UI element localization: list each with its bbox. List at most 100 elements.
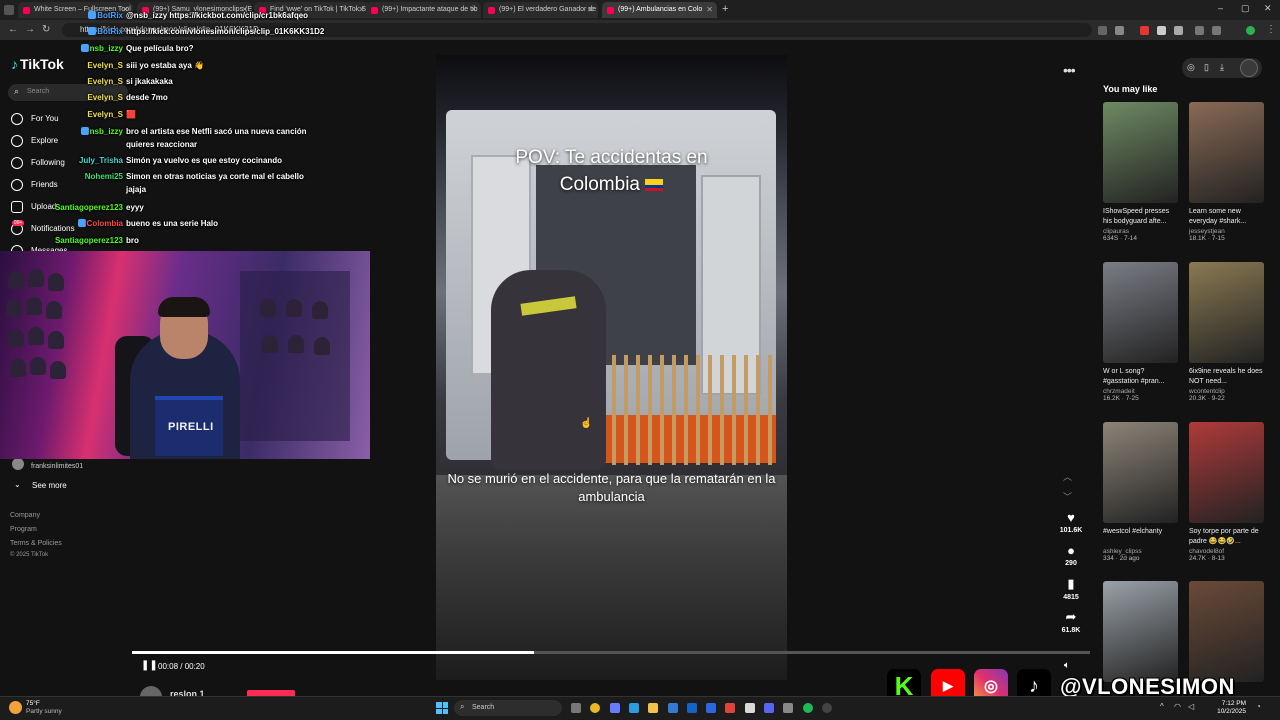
app-icon[interactable] [725, 703, 736, 713]
tab-favicon-icon [607, 7, 614, 14]
recommended-video-card[interactable] [1103, 581, 1178, 682]
close-tab-icon[interactable]: ✕ [470, 5, 477, 14]
outlook-icon[interactable] [686, 703, 697, 713]
recommended-video-card[interactable]: #westcol #elchanty ashley_clipss 334 · 2d … [1103, 422, 1178, 562]
extension-icon[interactable] [1157, 26, 1166, 35]
followed-account[interactable]: franksinlimites01 [31, 463, 83, 470]
windows-start-icon[interactable] [436, 702, 448, 714]
video-thumbnail[interactable] [1103, 102, 1178, 203]
close-tab-icon[interactable]: ✕ [706, 5, 713, 14]
avatar[interactable] [12, 458, 24, 470]
download-icon[interactable]: ⤓ [1220, 62, 1224, 73]
chat-username[interactable]: Evelyn_S [87, 61, 123, 70]
wifi-icon[interactable]: ◠ [1174, 702, 1181, 711]
card-author[interactable]: clipauras [1103, 228, 1178, 235]
avatar[interactable] [1240, 59, 1258, 77]
card-author[interactable]: wcontentclip [1189, 388, 1264, 395]
video-thumbnail[interactable] [1103, 262, 1178, 363]
app-icon[interactable] [744, 703, 755, 713]
sidepanel-icon[interactable] [1195, 26, 1204, 35]
obs-icon[interactable] [821, 703, 832, 713]
footer-link[interactable]: Company [10, 512, 40, 519]
weather-widget[interactable]: 75°F Partly sunny [26, 700, 62, 716]
chat-username[interactable]: BotRix [97, 11, 123, 20]
more-options-icon[interactable]: ••• [1063, 62, 1076, 78]
video-thumbnail[interactable] [1103, 422, 1178, 523]
card-author[interactable]: ashley_clipss [1103, 548, 1178, 555]
close-tab-icon[interactable]: ✕ [587, 5, 594, 14]
chat-username[interactable]: Evelyn_S [87, 77, 123, 86]
video-thumbnail[interactable] [1189, 262, 1264, 363]
close-window-icon[interactable]: ✕ [1264, 3, 1272, 14]
browser-tab[interactable]: (99+) El verdadero Ganador de ✕ [483, 2, 598, 18]
discord-icon[interactable] [764, 703, 774, 713]
new-tab-button[interactable]: + [722, 3, 728, 15]
weather-icon[interactable] [9, 701, 22, 714]
browser-menu-icon[interactable]: ⋮ [1266, 24, 1276, 35]
recommended-video-card[interactable] [1189, 581, 1264, 682]
chat-username[interactable]: nsb_izzy [90, 127, 123, 136]
spotify-icon[interactable] [802, 703, 813, 713]
copilot-icon[interactable] [609, 703, 620, 713]
star-icon[interactable] [1115, 26, 1124, 35]
taskbar-clock[interactable]: 7:12 PM 10/2/2025 [1212, 700, 1246, 716]
save-button[interactable]: ▮ 4815 [1055, 576, 1087, 601]
chat-username[interactable]: July_Trisha [79, 156, 123, 165]
coin-icon[interactable]: ◎ [1187, 62, 1195, 73]
recommended-video-card[interactable]: W or L song? #gasstation #pran... chrzmad… [1103, 262, 1178, 402]
card-author[interactable]: chavodel8of [1189, 548, 1264, 555]
profile-avatar[interactable] [1246, 26, 1255, 35]
sidebar-item-explore[interactable]: Explore [11, 135, 58, 147]
video-thumbnail[interactable] [1103, 581, 1178, 682]
chat-username[interactable]: Nohemi25 [85, 172, 123, 181]
recommended-video-card[interactable]: Soy torpe por parte de padre 😂😂🤣... chavo… [1189, 422, 1264, 562]
chat-username[interactable]: Evelyn_S [87, 93, 123, 102]
bookmark-icon: ▮ [1067, 576, 1075, 591]
tab-title: (99+) El verdadero Ganador de [499, 6, 597, 13]
dropbox-icon[interactable] [706, 703, 717, 713]
pause-icon[interactable]: ❚❚ [141, 660, 158, 671]
like-button[interactable]: ♥ 101.6K [1055, 510, 1087, 534]
cast-icon[interactable] [1098, 26, 1107, 35]
speaker-icon[interactable]: ◁ [1188, 702, 1194, 711]
footer-link[interactable]: Terms & Policies [10, 540, 62, 547]
video-thumbnail[interactable] [1189, 581, 1264, 682]
chat-username[interactable]: Colombia [87, 219, 123, 228]
task-view-icon[interactable] [571, 703, 581, 713]
volume-icon[interactable]: 🔈︎ [1064, 660, 1070, 671]
scroll-down-icon[interactable]: ﹀ [1063, 490, 1072, 503]
chat-username[interactable]: Santiagoperez123 [55, 236, 123, 245]
chat-username[interactable]: Evelyn_S [87, 110, 123, 119]
recommended-video-card[interactable]: IShowSpeed presses his bodyguard afte...… [1103, 102, 1178, 242]
maximize-icon[interactable]: ▢ [1241, 3, 1250, 14]
save-count: 4815 [1063, 594, 1079, 601]
timecode: 00:08 / 00:20 [158, 662, 205, 671]
chat-username[interactable]: nsb_izzy [90, 44, 123, 53]
mail-icon[interactable] [667, 703, 678, 713]
chat-username[interactable]: BotRix [97, 27, 123, 36]
download-icon[interactable] [1212, 26, 1221, 35]
comment-button[interactable]: ● 290 [1055, 543, 1087, 567]
recommended-video-card[interactable]: Learn some new everyday #shark... jesseys… [1189, 102, 1264, 242]
app-icon[interactable] [783, 703, 794, 713]
card-author[interactable]: jesseystjean [1189, 228, 1264, 235]
chat-username[interactable]: Santiagoperez123 [55, 203, 123, 212]
footer-link[interactable]: Program [10, 526, 37, 533]
minimize-icon[interactable]: – [1218, 3, 1223, 13]
notification-bell-icon[interactable]: ◔ [1256, 702, 1261, 711]
device-icon[interactable]: ▯ [1204, 62, 1209, 73]
edge-icon[interactable] [628, 703, 639, 713]
share-button[interactable]: ➦ 61.8K [1055, 609, 1087, 634]
browser-tab[interactable]: (99+) Ambulancias en Colo ✕ [602, 2, 717, 18]
scroll-up-icon[interactable]: ︿ [1063, 470, 1072, 483]
video-thumbnail[interactable] [1189, 102, 1264, 203]
file-explorer-icon[interactable] [648, 703, 659, 713]
extensions-puzzle-icon[interactable] [1174, 26, 1183, 35]
taskbar-search[interactable]: ⌕ Search [454, 700, 562, 716]
extension-icon[interactable] [1140, 26, 1149, 35]
see-more-link[interactable]: See more [32, 481, 67, 490]
recommended-video-card[interactable]: 6ix9ine reveals he does NOT need... wcont… [1189, 262, 1264, 402]
video-thumbnail[interactable] [1189, 422, 1264, 523]
card-author[interactable]: chrzmadeit [1103, 388, 1178, 395]
tray-chevron-icon[interactable]: ^ [1160, 702, 1164, 711]
